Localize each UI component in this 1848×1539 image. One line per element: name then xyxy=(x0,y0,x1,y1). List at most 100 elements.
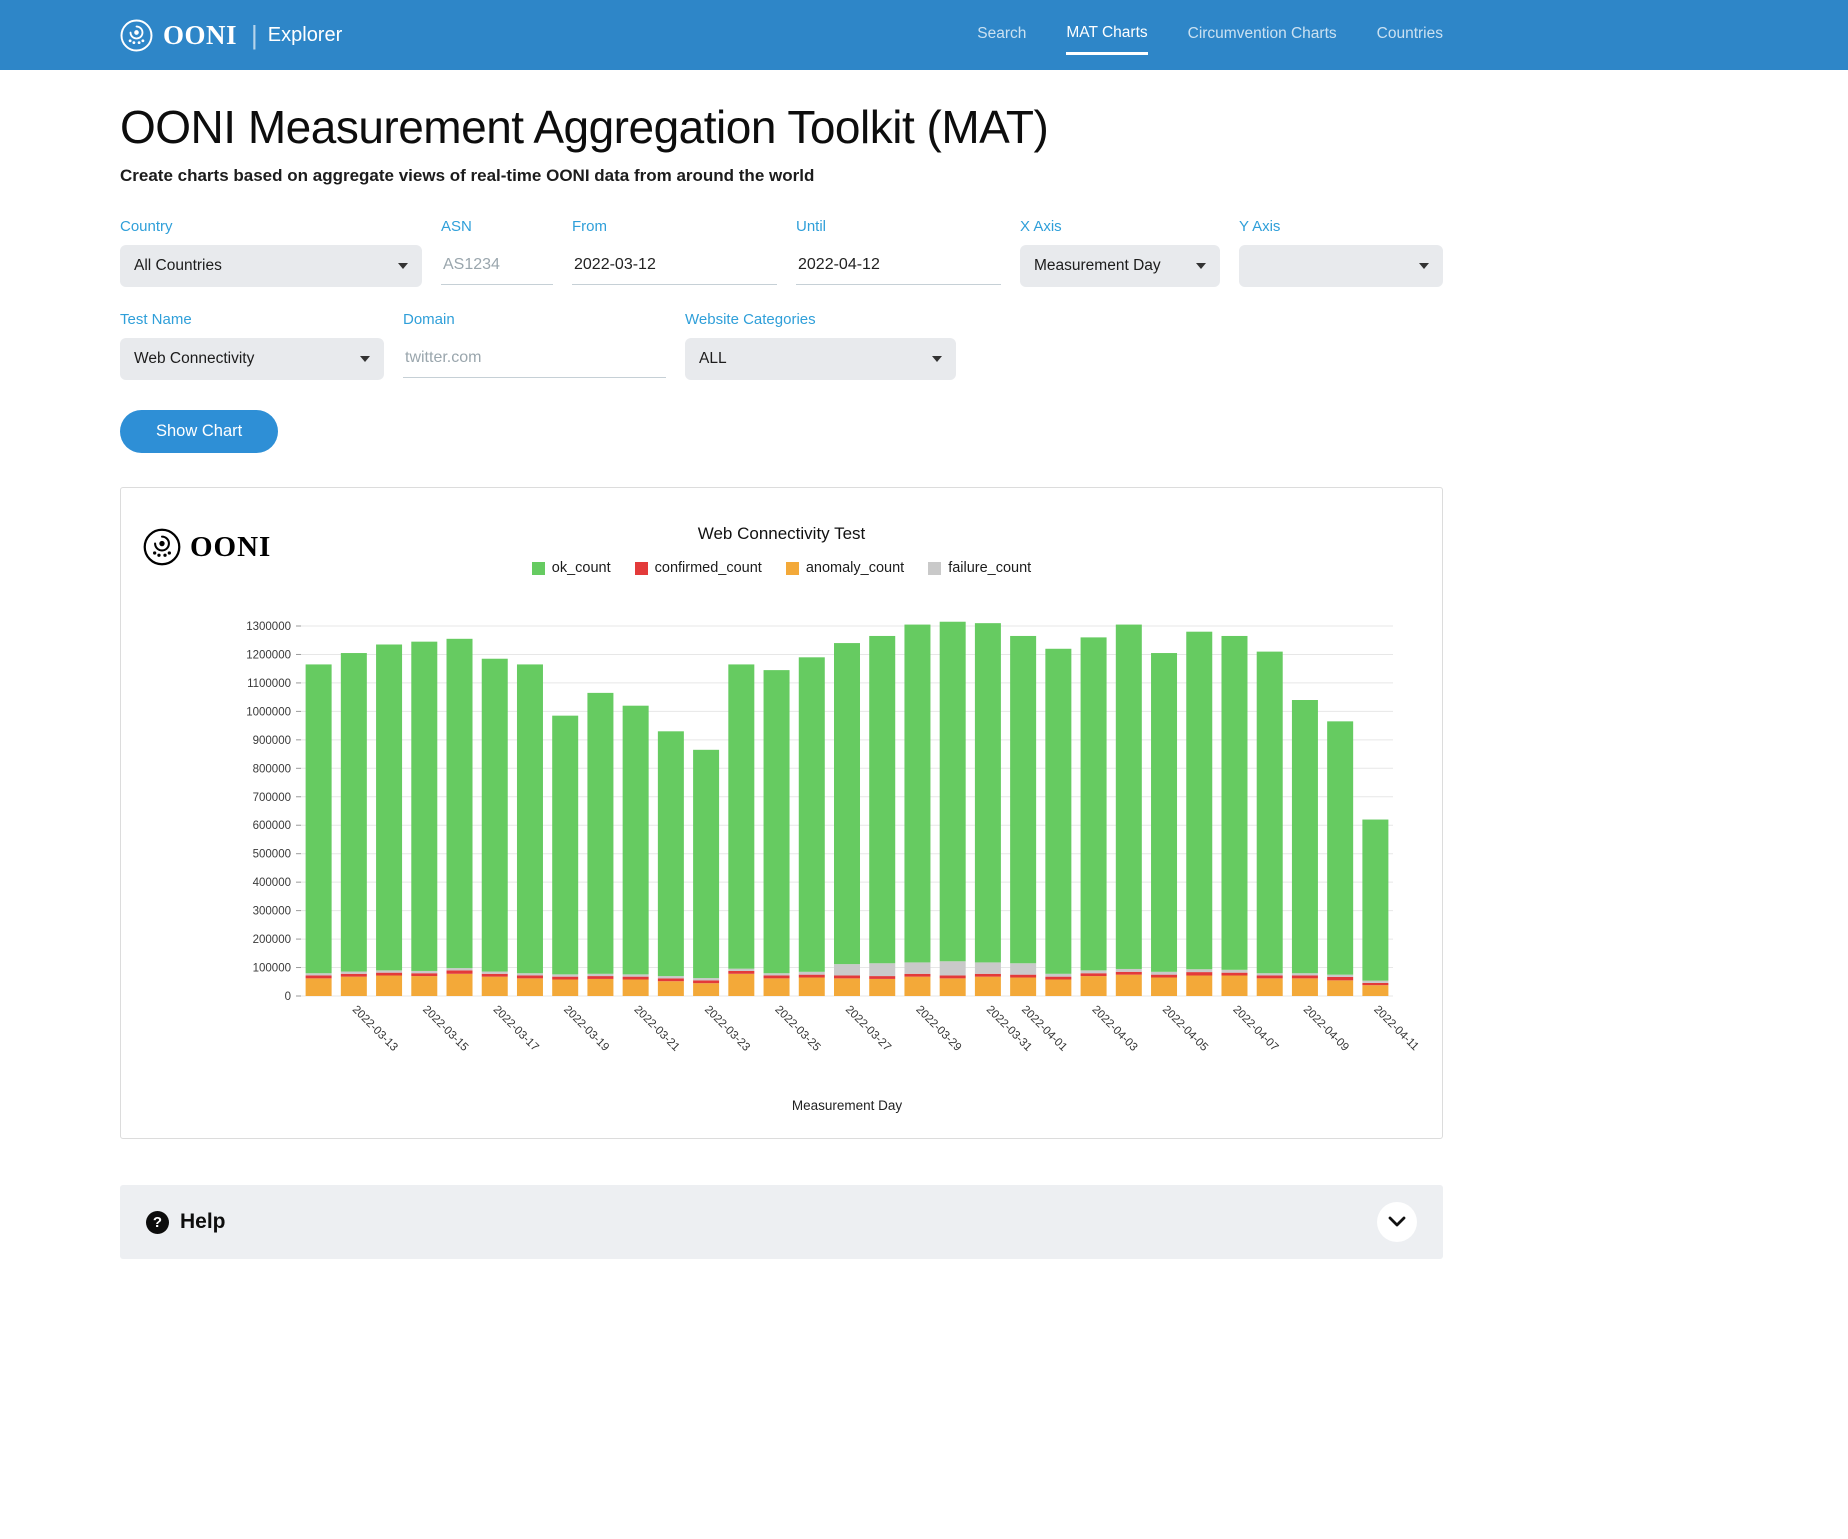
bar-segment-anomaly_count[interactable] xyxy=(834,978,860,996)
bar-segment-failure_count[interactable] xyxy=(447,968,473,970)
bar-2022-03-25[interactable] xyxy=(764,670,790,996)
nav-link-countries[interactable]: Countries xyxy=(1377,17,1443,53)
bar-2022-03-15[interactable] xyxy=(411,642,437,996)
bar-segment-anomaly_count[interactable] xyxy=(306,978,332,996)
bar-segment-anomaly_count[interactable] xyxy=(376,976,402,996)
bar-segment-failure_count[interactable] xyxy=(1362,981,1388,983)
bar-segment-anomaly_count[interactable] xyxy=(728,974,754,996)
bar-segment-anomaly_count[interactable] xyxy=(623,979,649,996)
domain-input[interactable] xyxy=(403,338,666,378)
bar-segment-failure_count[interactable] xyxy=(975,962,1001,973)
bar-segment-ok_count[interactable] xyxy=(940,622,966,962)
bar-segment-confirmed_count[interactable] xyxy=(623,977,649,980)
bar-segment-ok_count[interactable] xyxy=(869,636,895,963)
bar-2022-03-20[interactable] xyxy=(587,693,613,996)
website-categories-select[interactable]: ALL xyxy=(685,338,956,380)
bar-segment-confirmed_count[interactable] xyxy=(447,970,473,973)
bar-segment-ok_count[interactable] xyxy=(1362,820,1388,981)
bar-segment-confirmed_count[interactable] xyxy=(975,974,1001,977)
bar-segment-confirmed_count[interactable] xyxy=(517,976,543,979)
bar-segment-confirmed_count[interactable] xyxy=(1151,975,1177,978)
bar-segment-anomaly_count[interactable] xyxy=(1010,978,1036,997)
bar-segment-anomaly_count[interactable] xyxy=(447,974,473,996)
bar-2022-03-24[interactable] xyxy=(728,664,754,996)
bar-segment-failure_count[interactable] xyxy=(834,964,860,975)
bar-segment-ok_count[interactable] xyxy=(447,639,473,968)
bar-segment-failure_count[interactable] xyxy=(376,970,402,972)
bar-2022-03-16[interactable] xyxy=(447,639,473,996)
bar-segment-ok_count[interactable] xyxy=(764,670,790,973)
bar-segment-failure_count[interactable] xyxy=(1186,969,1212,972)
bar-segment-failure_count[interactable] xyxy=(1151,972,1177,975)
bar-segment-anomaly_count[interactable] xyxy=(1116,975,1142,996)
bar-2022-04-09[interactable] xyxy=(1292,700,1318,996)
bar-segment-ok_count[interactable] xyxy=(1292,700,1318,973)
bar-segment-failure_count[interactable] xyxy=(1292,973,1318,975)
bar-segment-ok_count[interactable] xyxy=(411,642,437,971)
bar-segment-confirmed_count[interactable] xyxy=(1221,973,1247,976)
bar-segment-ok_count[interactable] xyxy=(306,664,332,973)
bar-segment-failure_count[interactable] xyxy=(306,973,332,975)
bar-segment-ok_count[interactable] xyxy=(728,664,754,968)
bar-segment-ok_count[interactable] xyxy=(658,731,684,976)
bar-segment-confirmed_count[interactable] xyxy=(341,974,367,977)
bar-segment-confirmed_count[interactable] xyxy=(834,976,860,979)
until-date-input[interactable] xyxy=(796,245,1001,285)
bar-segment-anomaly_count[interactable] xyxy=(658,981,684,996)
bar-segment-ok_count[interactable] xyxy=(341,653,367,971)
bar-segment-failure_count[interactable] xyxy=(940,961,966,975)
bar-segment-confirmed_count[interactable] xyxy=(1186,972,1212,975)
bar-2022-03-30[interactable] xyxy=(940,622,966,996)
bar-segment-confirmed_count[interactable] xyxy=(411,973,437,976)
bar-segment-anomaly_count[interactable] xyxy=(1151,978,1177,997)
bar-segment-failure_count[interactable] xyxy=(1327,975,1353,977)
bar-2022-03-23[interactable] xyxy=(693,750,719,996)
bar-2022-04-05[interactable] xyxy=(1151,653,1177,996)
bar-segment-failure_count[interactable] xyxy=(623,974,649,976)
bar-segment-ok_count[interactable] xyxy=(517,664,543,973)
help-accordion[interactable]: ? Help xyxy=(120,1185,1443,1259)
bar-2022-03-28[interactable] xyxy=(869,636,895,996)
bar-segment-confirmed_count[interactable] xyxy=(1045,977,1071,980)
bar-segment-anomaly_count[interactable] xyxy=(1045,979,1071,996)
nav-link-circumvention-charts[interactable]: Circumvention Charts xyxy=(1188,17,1337,53)
bar-segment-failure_count[interactable] xyxy=(1116,969,1142,972)
show-chart-button[interactable]: Show Chart xyxy=(120,410,278,453)
bar-segment-failure_count[interactable] xyxy=(904,962,930,973)
bar-segment-failure_count[interactable] xyxy=(728,969,754,971)
bar-segment-anomaly_count[interactable] xyxy=(1327,980,1353,996)
bar-segment-confirmed_count[interactable] xyxy=(940,976,966,979)
bar-segment-ok_count[interactable] xyxy=(1081,637,1107,970)
bar-segment-confirmed_count[interactable] xyxy=(1292,976,1318,979)
bar-segment-ok_count[interactable] xyxy=(1116,625,1142,969)
bar-segment-confirmed_count[interactable] xyxy=(658,978,684,981)
country-select[interactable]: All Countries xyxy=(120,245,422,287)
bar-segment-failure_count[interactable] xyxy=(658,976,684,978)
bar-segment-anomaly_count[interactable] xyxy=(341,977,367,996)
bar-segment-failure_count[interactable] xyxy=(1257,973,1283,975)
bar-segment-failure_count[interactable] xyxy=(341,972,367,974)
bar-2022-03-13[interactable] xyxy=(341,653,367,996)
bar-segment-confirmed_count[interactable] xyxy=(306,976,332,979)
x-axis-select[interactable]: Measurement Day xyxy=(1020,245,1220,287)
bar-segment-anomaly_count[interactable] xyxy=(552,979,578,996)
bar-segment-confirmed_count[interactable] xyxy=(587,976,613,979)
bar-2022-03-22[interactable] xyxy=(658,731,684,996)
bar-segment-ok_count[interactable] xyxy=(482,659,508,972)
bar-segment-anomaly_count[interactable] xyxy=(411,976,437,996)
bar-segment-anomaly_count[interactable] xyxy=(587,979,613,996)
bar-segment-confirmed_count[interactable] xyxy=(764,976,790,979)
bar-segment-anomaly_count[interactable] xyxy=(1186,976,1212,996)
bar-segment-confirmed_count[interactable] xyxy=(869,976,895,979)
bar-segment-failure_count[interactable] xyxy=(764,973,790,975)
bar-segment-confirmed_count[interactable] xyxy=(1362,983,1388,985)
bar-segment-ok_count[interactable] xyxy=(1010,636,1036,963)
bar-2022-04-04[interactable] xyxy=(1116,625,1142,996)
bar-2022-04-11[interactable] xyxy=(1362,820,1388,996)
bar-2022-04-02[interactable] xyxy=(1045,649,1071,996)
bar-2022-03-26[interactable] xyxy=(799,657,825,996)
bar-segment-ok_count[interactable] xyxy=(587,693,613,974)
bar-segment-ok_count[interactable] xyxy=(376,645,402,971)
bar-segment-confirmed_count[interactable] xyxy=(376,973,402,976)
bar-segment-failure_count[interactable] xyxy=(552,974,578,976)
